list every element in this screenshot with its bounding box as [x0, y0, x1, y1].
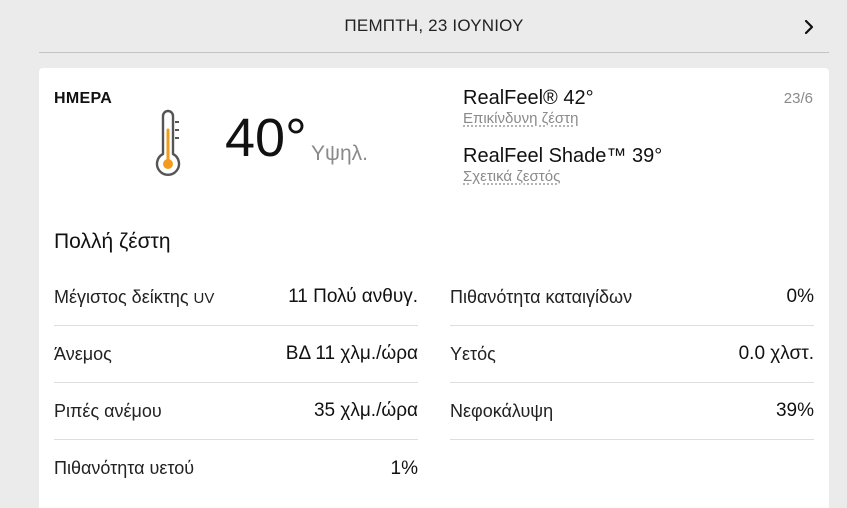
detail-row-cloud-cover: Νεφοκάλυψη 39% — [450, 383, 814, 440]
realfeel-row: RealFeel® 42° Επικίνδυνη ζέστη — [463, 86, 662, 128]
realfeel-shade-desc-link[interactable]: Σχετικά ζεστός — [463, 168, 662, 186]
detail-label: Πιθανότητα καταιγίδων — [450, 286, 633, 307]
chevron-right-icon[interactable] — [799, 16, 819, 38]
detail-value: 0.0 χλστ. — [738, 343, 814, 364]
detail-label: Πιθανότητα υετού — [54, 458, 195, 478]
detail-value: 11 Πολύ ανθυγ. — [288, 286, 418, 307]
realfeel-block: RealFeel® 42° Επικίνδυνη ζέστη RealFeel … — [463, 86, 662, 196]
realfeel-shade-row: RealFeel Shade™ 39° Σχετικά ζεστός — [463, 144, 662, 186]
card-date: 23/6 — [783, 90, 813, 107]
thermometer-hot-icon — [153, 108, 183, 180]
day-forecast-card: ΗΜΕΡΑ 40° Υψηλ. RealFeel® 42° Επικίνδυνη… — [39, 68, 829, 508]
detail-value: 39% — [775, 400, 814, 421]
detail-row-precipitation: Υετός 0.0 χλστ. — [450, 326, 814, 383]
realfeel-shade-value: RealFeel Shade™ 39° — [463, 145, 663, 167]
detail-label: Άνεμος — [54, 343, 112, 364]
detail-row-thunderstorm-probability: Πιθανότητα καταιγίδων 0% — [450, 269, 814, 326]
realfeel-value: RealFeel® 42° — [463, 87, 594, 109]
date-title: ΠΕΜΠΤΗ, 23 ΙΟΥΝΙΟΥ — [344, 16, 524, 35]
detail-value: 0% — [786, 286, 814, 307]
detail-label-uv: UV — [193, 289, 215, 307]
detail-label: Ριπές ανέμου — [54, 400, 162, 421]
realfeel-desc-link[interactable]: Επικίνδυνη ζέστη — [463, 110, 662, 128]
detail-row-precip-probability: Πιθανότητα υετού 1% — [54, 440, 418, 497]
details-right-column: Πιθανότητα καταιγίδων 0% Υετός 0.0 χλστ.… — [450, 269, 814, 497]
details-left-column: Μέγιστος δείκτης UV 11 Πολύ ανθυγ. Άνεμο… — [54, 269, 418, 497]
detail-row-wind: Άνεμος ΒΔ 11 χλμ./ώρα — [54, 326, 418, 383]
temperature-high-label: Υψηλ. — [311, 142, 368, 165]
detail-value: 35 χλμ./ώρα — [313, 400, 418, 421]
detail-row-wind-gusts: Ριπές ανέμου 35 χλμ./ώρα — [54, 383, 418, 440]
weather-phrase: Πολλή ζέστη — [54, 230, 171, 253]
date-header: ΠΕΜΠΤΗ, 23 ΙΟΥΝΙΟΥ — [39, 0, 829, 53]
detail-label: Μέγιστος δείκτης UV — [54, 287, 214, 308]
detail-label: Υετός — [450, 343, 496, 364]
temperature-high: 40° — [225, 108, 307, 168]
detail-label-text: Μέγιστος δείκτης — [54, 286, 194, 307]
details-panel: Μέγιστος δείκτης UV 11 Πολύ ανθυγ. Άνεμο… — [54, 269, 814, 497]
detail-label: Νεφοκάλυψη — [450, 400, 554, 421]
detail-value: 1% — [390, 457, 418, 479]
detail-value: ΒΔ 11 χλμ./ώρα — [285, 343, 418, 364]
day-label: ΗΜΕΡΑ — [54, 90, 113, 107]
detail-row-max-uv: Μέγιστος δείκτης UV 11 Πολύ ανθυγ. — [54, 269, 418, 326]
